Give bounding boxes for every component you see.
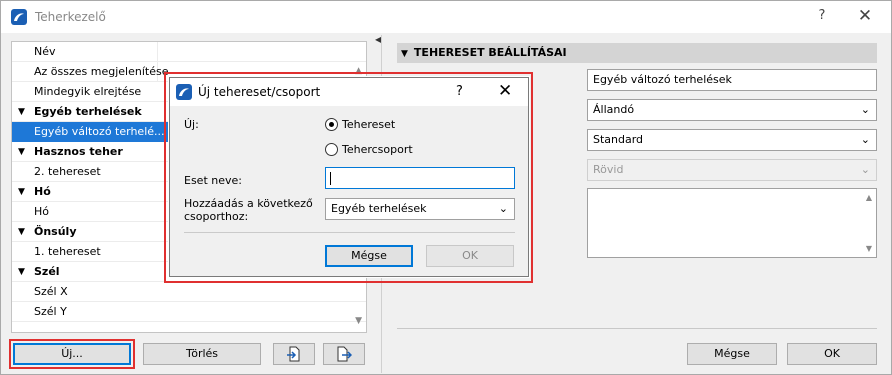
- import-icon: [287, 346, 300, 362]
- list-item[interactable]: Név: [12, 42, 366, 62]
- window-title: Teherkezelő: [35, 10, 106, 24]
- load-case-settings-header[interactable]: ▼ TEHERESET BEÁLLÍTÁSAI: [397, 43, 877, 63]
- list-item-label: Szél Y: [34, 305, 67, 318]
- scroll-up-icon[interactable]: ▲: [866, 193, 872, 202]
- collapse-triangle-icon[interactable]: ▼: [18, 262, 25, 282]
- expand-triangle-icon: ▼: [401, 49, 408, 59]
- scroll-down-icon[interactable]: ▼: [866, 244, 872, 253]
- list-item-label: 2. tehereset: [34, 165, 101, 178]
- section-title: TEHERESET BEÁLLÍTÁSAI: [413, 46, 567, 59]
- list-item-label: Szél X: [34, 285, 68, 298]
- load-manager-window: Teherkezelő ? ✕ Név Az összes megjeleníté…: [0, 0, 892, 375]
- delete-button[interactable]: Törlés: [143, 343, 261, 365]
- list-item-label: Az összes megjelenítése: [34, 65, 169, 78]
- help-button[interactable]: ?: [815, 8, 829, 23]
- list-item-label: Egyéb változó terhelé...: [12, 122, 175, 142]
- title-bar: Teherkezelő ? ✕: [1, 1, 891, 33]
- collapse-triangle-icon[interactable]: ▼: [18, 142, 25, 162]
- load-case-name-field[interactable]: Egyéb változó terhelések: [587, 69, 877, 91]
- list-item-label: Hasznos teher: [34, 145, 123, 158]
- duration-value: Állandó: [593, 103, 635, 116]
- duration-select[interactable]: Állandó ⌄: [587, 99, 877, 121]
- export-icon: [337, 346, 353, 362]
- list-item-label: Hó: [34, 205, 50, 218]
- collapse-triangle-icon[interactable]: ▼: [18, 102, 25, 122]
- description-textarea[interactable]: ▲ ▼: [587, 188, 877, 258]
- list-item[interactable]: Szél Y: [12, 302, 366, 322]
- type-value: Standard: [593, 133, 644, 146]
- divider: [397, 328, 877, 329]
- short-name-placeholder: Rövid: [593, 163, 624, 176]
- collapse-triangle-icon[interactable]: ▼: [18, 182, 25, 202]
- type-select[interactable]: Standard ⌄: [587, 129, 877, 151]
- chevron-down-icon: ⌄: [860, 133, 870, 146]
- chevron-down-icon: ⌄: [860, 163, 870, 176]
- ok-button[interactable]: OK: [787, 343, 877, 365]
- chevron-down-icon: ⌄: [860, 103, 870, 116]
- list-item-label: Név: [34, 45, 56, 58]
- import-button[interactable]: [273, 343, 315, 365]
- highlight-new-button: [9, 339, 135, 369]
- cancel-button[interactable]: Mégse: [687, 343, 777, 365]
- close-button[interactable]: ✕: [857, 6, 873, 26]
- list-item-label: 1. tehereset: [34, 245, 101, 258]
- scroll-down-icon[interactable]: ▼: [355, 316, 362, 326]
- list-item-label: Mindegyik elrejtése: [34, 85, 142, 98]
- highlight-dialog: [164, 72, 533, 283]
- list-item-label: Egyéb terhelések: [34, 105, 142, 118]
- short-name-select: Rövid ⌄: [587, 159, 877, 181]
- app-icon: [11, 9, 27, 25]
- collapse-triangle-icon[interactable]: ▼: [18, 222, 25, 242]
- list-item[interactable]: Szél X: [12, 282, 366, 302]
- export-button[interactable]: [323, 343, 365, 365]
